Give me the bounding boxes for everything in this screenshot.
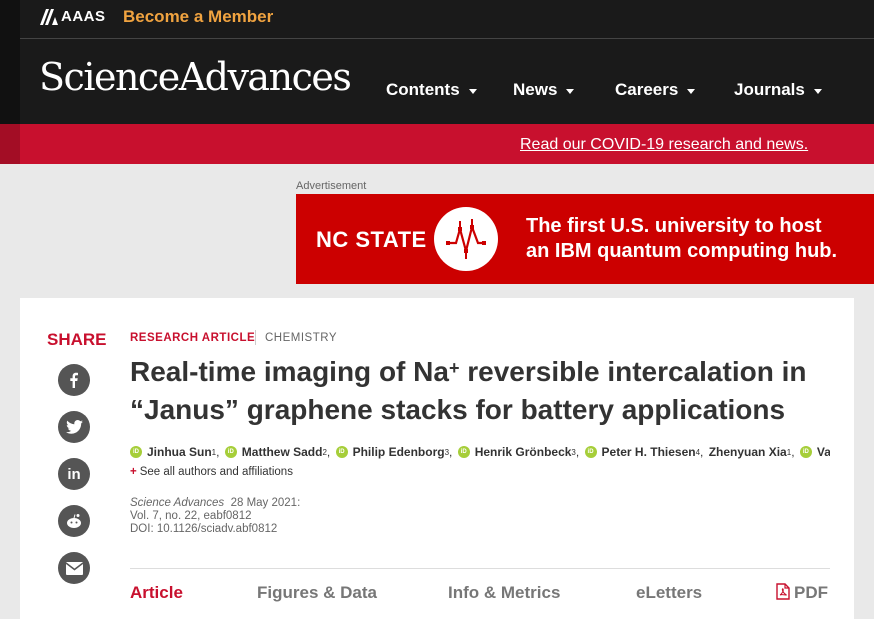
aaas-logo[interactable]: AAAS [40, 8, 106, 25]
email-share-button[interactable] [58, 552, 90, 584]
nav-journals[interactable]: Journals [734, 80, 822, 100]
orcid-icon: iD [799, 446, 812, 458]
author-affiliation: 3 [571, 447, 576, 457]
ad-sponsor-name: NC STATE [316, 227, 427, 252]
author-name: Peter H. Thiesen [601, 445, 696, 459]
ad-headline-line1: The first U.S. university to host [526, 215, 822, 237]
nav-careers[interactable]: Careers [615, 80, 696, 100]
twitter-share-button[interactable] [58, 411, 90, 443]
quantum-circuit-icon [434, 207, 498, 271]
author-item[interactable]: iD Philip Edenborg 3, [335, 445, 456, 459]
article-card: SHARE in RESEARCH ARTICLE CHEMISTRY Real… [20, 298, 854, 619]
plus-icon: + [130, 466, 137, 478]
orcid-icon: iD [457, 446, 470, 458]
citation-journal-line: Science Advances 28 May 2021: [130, 497, 300, 510]
ad-headline-line2: an IBM quantum computing hub. [526, 240, 838, 262]
tab-eletters[interactable]: eLetters [636, 583, 702, 603]
tab-figures-data[interactable]: Figures & Data [257, 583, 377, 603]
author-name: Jinhua Sun [147, 445, 212, 459]
chevron-down-icon [813, 89, 822, 94]
ad-headline: The first U.S. university to host an IBM… [526, 214, 837, 264]
author-list: iD Jinhua Sun 1, iD Matthew Sadd 2, iD Philip… [130, 445, 830, 459]
aaas-label: AAAS [61, 8, 106, 25]
advertisement-banner[interactable]: NC STATE The first U.S. university to ho… [296, 194, 874, 284]
author-item[interactable]: iD Matthew Sadd 2, [224, 445, 334, 459]
author-name: Philip Edenborg [352, 445, 445, 459]
article-type[interactable]: RESEARCH ARTICLE [130, 332, 255, 344]
pdf-icon [776, 583, 790, 600]
facebook-share-button[interactable] [58, 364, 90, 396]
citation-volume: Vol. 7, no. 22, eabf0812 [130, 510, 252, 522]
advertisement-label: Advertisement [296, 180, 367, 192]
nav-journals-label: Journals [734, 80, 805, 99]
author-name: Henrik Grönbeck [474, 445, 572, 459]
author-item[interactable]: iD Jinhua Sun 1, [130, 445, 223, 459]
covid-banner: Read our COVID-19 research and news. [0, 124, 874, 164]
orcid-icon: iD [335, 446, 348, 458]
citation-doi[interactable]: DOI: 10.1126/sciadv.abf0812 [130, 523, 277, 536]
reddit-icon [67, 514, 81, 528]
reddit-share-button[interactable] [58, 505, 90, 537]
aaas-mark-icon [40, 8, 58, 25]
twitter-icon [65, 420, 83, 434]
article-title: Real-time imaging of Na+ reversible inte… [130, 353, 830, 429]
share-label: SHARE [47, 330, 107, 349]
author-name: Matthew Sadd [241, 445, 323, 459]
orcid-icon: iD [130, 446, 142, 458]
author-item[interactable]: Zhenyuan Xia 1, [709, 445, 798, 459]
author-affiliation: 1 [786, 447, 792, 457]
nav-news-label: News [513, 80, 558, 99]
orcid-icon: iD [584, 446, 597, 458]
chevron-down-icon [566, 89, 575, 94]
covid-banner-strip [0, 124, 20, 164]
author-affiliation: 2 [322, 447, 327, 457]
author-affiliation: 1 [211, 447, 217, 457]
title-part1: Real-time imaging of Na [130, 356, 449, 387]
facebook-icon [70, 372, 78, 388]
nav-contents[interactable]: Contents [386, 80, 477, 100]
header-left-strip [0, 0, 20, 124]
journal-name: Science Advances [130, 497, 225, 509]
nav-news[interactable]: News [513, 80, 575, 100]
title-line2: “Janus” graphene stacks for battery appl… [130, 394, 786, 425]
linkedin-icon: in [67, 465, 81, 483]
email-icon [65, 561, 83, 575]
meta-separator [255, 330, 256, 345]
author-affiliation: 3 [444, 447, 450, 457]
nav-careers-label: Careers [615, 80, 679, 99]
article-tabs: Article Figures & Data Info & Metrics eL… [130, 568, 830, 619]
see-all-authors-label: See all authors and affiliations [139, 466, 293, 478]
become-member-link[interactable]: Become a Member [123, 7, 273, 27]
covid-research-link[interactable]: Read our COVID-19 research and news. [520, 136, 808, 154]
tab-article[interactable]: Article [130, 583, 183, 603]
author-name: Zhenyuan Xia [708, 445, 787, 459]
author-affiliation: 4 [695, 447, 701, 457]
linkedin-share-button[interactable]: in [58, 458, 90, 490]
tab-pdf[interactable]: PDF [776, 583, 828, 603]
see-all-authors-toggle[interactable]: + See all authors and affiliations [130, 466, 293, 478]
tab-pdf-label: PDF [794, 583, 828, 602]
author-item[interactable]: iD Va… [799, 445, 830, 459]
title-part2: reversible intercalation in [459, 356, 807, 387]
nav-contents-label: Contents [386, 80, 460, 99]
tab-info-metrics[interactable]: Info & Metrics [448, 583, 560, 603]
publication-date: 28 May 2021: [230, 497, 301, 509]
header-divider [20, 38, 874, 39]
article-subject[interactable]: CHEMISTRY [265, 332, 337, 344]
author-name: Va… [816, 445, 830, 459]
science-advances-logo[interactable]: ScienceAdvances [39, 58, 352, 96]
author-item[interactable]: iD Peter H. Thiesen 4, [584, 445, 707, 459]
title-superscript: + [448, 358, 460, 378]
orcid-icon: iD [224, 446, 237, 458]
author-item[interactable]: iD Henrik Grönbeck 3, [457, 445, 583, 459]
chevron-down-icon [468, 89, 477, 94]
chevron-down-icon [687, 89, 696, 94]
